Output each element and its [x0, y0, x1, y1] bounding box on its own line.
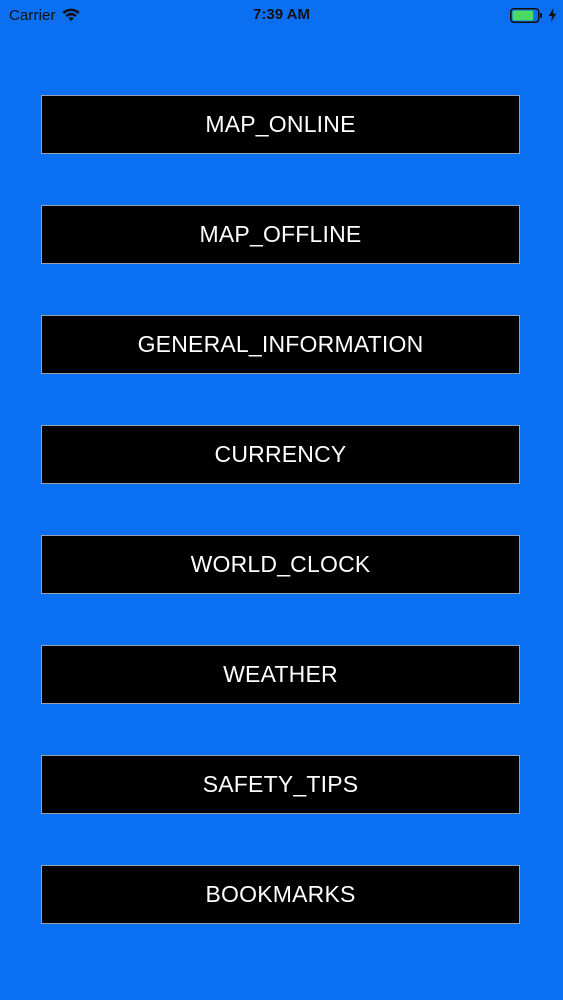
battery-group [510, 5, 557, 25]
currency-button[interactable]: CURRENCY [41, 425, 520, 484]
battery-icon [510, 7, 543, 23]
world-clock-button[interactable]: WORLD_CLOCK [41, 535, 520, 594]
charging-bolt-icon [548, 8, 557, 22]
general-information-button[interactable]: GENERAL_INFORMATION [41, 315, 520, 374]
map-online-button[interactable]: MAP_ONLINE [41, 95, 520, 154]
weather-button[interactable]: WEATHER [41, 645, 520, 704]
map-offline-button[interactable]: MAP_OFFLINE [41, 205, 520, 264]
bookmarks-button[interactable]: BOOKMARKS [41, 865, 520, 924]
safety-tips-button[interactable]: SAFETY_TIPS [41, 755, 520, 814]
status-time: 7:39 AM [253, 6, 310, 23]
status-bar: Carrier 7:39 AM [0, 0, 563, 30]
